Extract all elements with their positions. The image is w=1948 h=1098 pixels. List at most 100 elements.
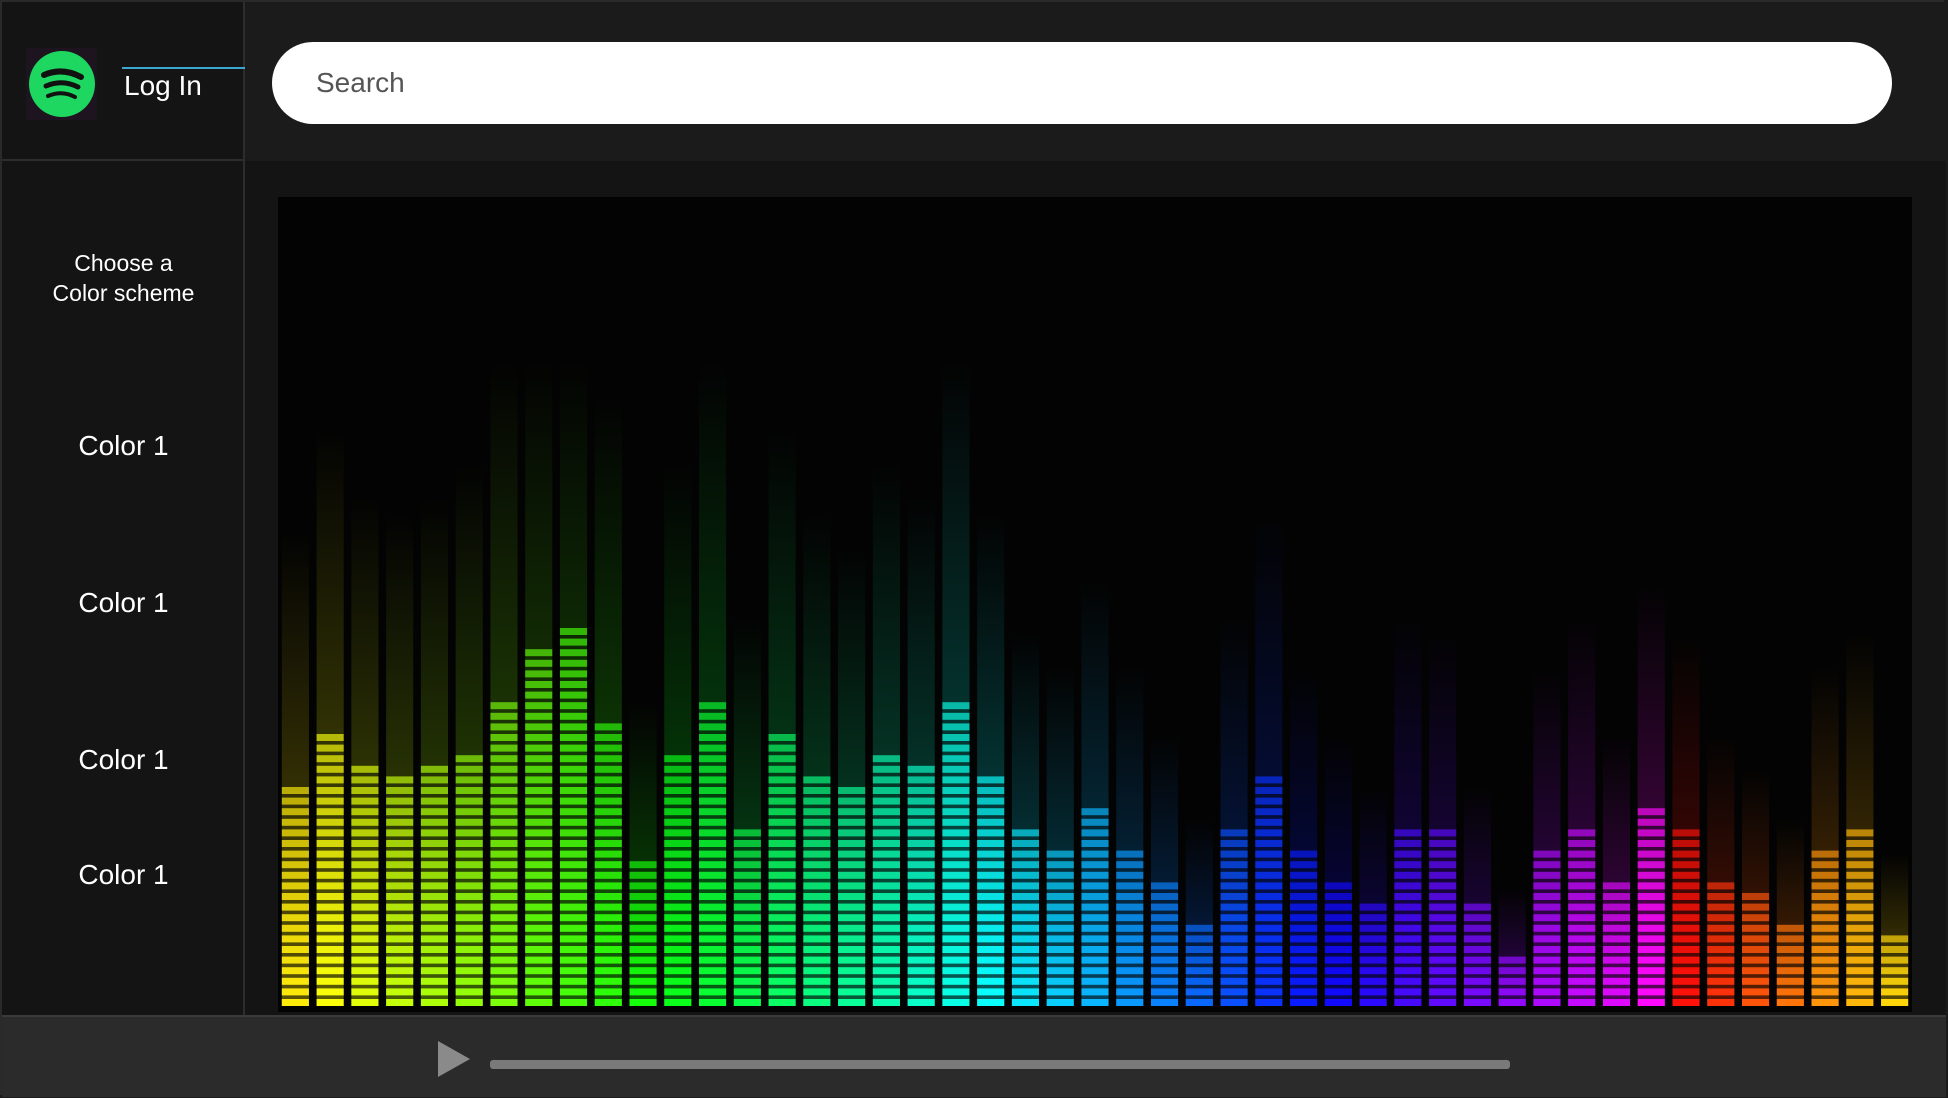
equalizer-segment — [1011, 988, 1040, 996]
equalizer-segment — [351, 946, 379, 953]
equalizer-segment — [942, 893, 970, 900]
equalizer-segment — [1046, 850, 1074, 858]
equalizer-segment — [351, 850, 379, 858]
login-link[interactable]: Log In — [124, 70, 202, 102]
equalizer-segment — [525, 861, 553, 869]
equalizer-segment — [1881, 977, 1909, 985]
equalizer-segment — [420, 903, 449, 911]
equalizer-segment — [1324, 956, 1352, 964]
sidebar: Log In Choose a Color scheme Color 1 Col… — [2, 2, 428, 1015]
equalizer-segment — [281, 861, 309, 869]
equalizer-segment — [942, 765, 970, 773]
equalizer-segment — [664, 967, 692, 975]
equalizer-segment — [1429, 840, 1457, 847]
equalizer-segment — [1602, 914, 1631, 922]
equalizer-segment — [1011, 935, 1040, 943]
equalizer-segment — [1672, 903, 1700, 911]
equalizer-segment — [1741, 977, 1770, 985]
equalizer-segment — [803, 999, 831, 1006]
equalizer-segment — [490, 999, 518, 1006]
equalizer-segment — [420, 840, 449, 847]
equalizer-segment — [351, 797, 379, 805]
equalizer-segment — [1463, 903, 1491, 911]
equalizer-segment — [977, 882, 1005, 890]
equalizer-segment — [1672, 999, 1700, 1006]
equalizer-segment — [1568, 977, 1596, 985]
equalizer-segment — [629, 977, 657, 985]
equalizer-segment — [1672, 829, 1700, 837]
equalizer-segment — [1846, 871, 1874, 879]
equalizer-segment — [1116, 914, 1144, 922]
equalizer-segment — [386, 956, 414, 964]
color-option-4[interactable]: Color 1 — [2, 859, 245, 891]
equalizer-segment — [1046, 914, 1074, 922]
search-input[interactable] — [272, 42, 1892, 124]
equalizer-segment — [559, 755, 588, 763]
equalizer-segment — [281, 988, 309, 996]
equalizer-segment — [281, 914, 309, 922]
equalizer-segment — [838, 818, 866, 826]
app-window: Log In Choose a Color scheme Color 1 Col… — [0, 0, 1946, 1097]
equalizer-segment — [838, 956, 866, 964]
equalizer-glow — [281, 531, 309, 1006]
equalizer-segment — [316, 967, 344, 975]
equalizer-segment — [281, 924, 309, 932]
color-option-2[interactable]: Color 1 — [2, 587, 245, 619]
equalizer-segment — [1429, 967, 1457, 975]
equalizer-segment — [1081, 999, 1109, 1006]
equalizer-segment — [490, 755, 518, 763]
equalizer-segment — [525, 893, 553, 900]
equalizer-segment — [1011, 999, 1040, 1006]
equalizer-segment — [942, 712, 970, 720]
equalizer-segment — [977, 893, 1005, 900]
equalizer-segment — [838, 840, 866, 847]
equalizer-segment — [1568, 988, 1596, 996]
equalizer-segment — [1672, 977, 1700, 985]
equalizer-segment — [455, 776, 483, 784]
equalizer-segment — [559, 967, 588, 975]
equalizer-segment — [1672, 882, 1700, 890]
equalizer-segment — [733, 903, 761, 911]
equalizer-segment — [351, 956, 379, 964]
equalizer-segment — [1324, 935, 1352, 943]
equalizer-segment — [1846, 840, 1874, 847]
equalizer-segment — [455, 935, 483, 943]
equalizer-segment — [455, 818, 483, 826]
equalizer-segment — [420, 850, 449, 858]
color-option-3[interactable]: Color 1 — [2, 744, 245, 776]
equalizer-segment — [525, 829, 553, 837]
equalizer-segment — [733, 861, 761, 869]
equalizer-segment — [664, 797, 692, 805]
equalizer-segment — [1081, 882, 1109, 890]
equalizer-segment — [768, 967, 796, 975]
play-icon[interactable] — [436, 1039, 472, 1079]
brand-area: Log In — [2, 2, 428, 161]
equalizer-segment — [699, 871, 727, 879]
equalizer-segment — [1741, 967, 1770, 975]
color-option-1[interactable]: Color 1 — [2, 430, 245, 462]
equalizer-segment — [455, 840, 483, 847]
equalizer-segment — [1255, 808, 1283, 816]
equalizer-segment — [1533, 903, 1561, 911]
equalizer-segment — [1185, 999, 1213, 1006]
equalizer-segment — [838, 914, 866, 922]
progress-bar[interactable] — [490, 1060, 1510, 1069]
equalizer-segment — [559, 638, 588, 646]
equalizer-segment — [594, 903, 622, 911]
equalizer-segment — [559, 935, 588, 943]
equalizer-segment — [1568, 956, 1596, 964]
equalizer-segment — [351, 999, 379, 1006]
equalizer-segment — [1463, 935, 1491, 943]
equalizer-segment — [420, 776, 449, 784]
equalizer-segment — [977, 946, 1005, 953]
equalizer-segment — [1290, 924, 1318, 932]
spotify-logo-icon[interactable] — [26, 48, 97, 120]
equalizer-segment — [420, 797, 449, 805]
equalizer-segment — [316, 734, 344, 741]
equalizer-segment — [1220, 861, 1248, 869]
equalizer-segment — [664, 999, 692, 1006]
equalizer-segment — [1811, 924, 1839, 932]
equalizer-segment — [559, 861, 588, 869]
equalizer-segment — [1637, 871, 1665, 879]
equalizer-segment — [1707, 924, 1735, 932]
